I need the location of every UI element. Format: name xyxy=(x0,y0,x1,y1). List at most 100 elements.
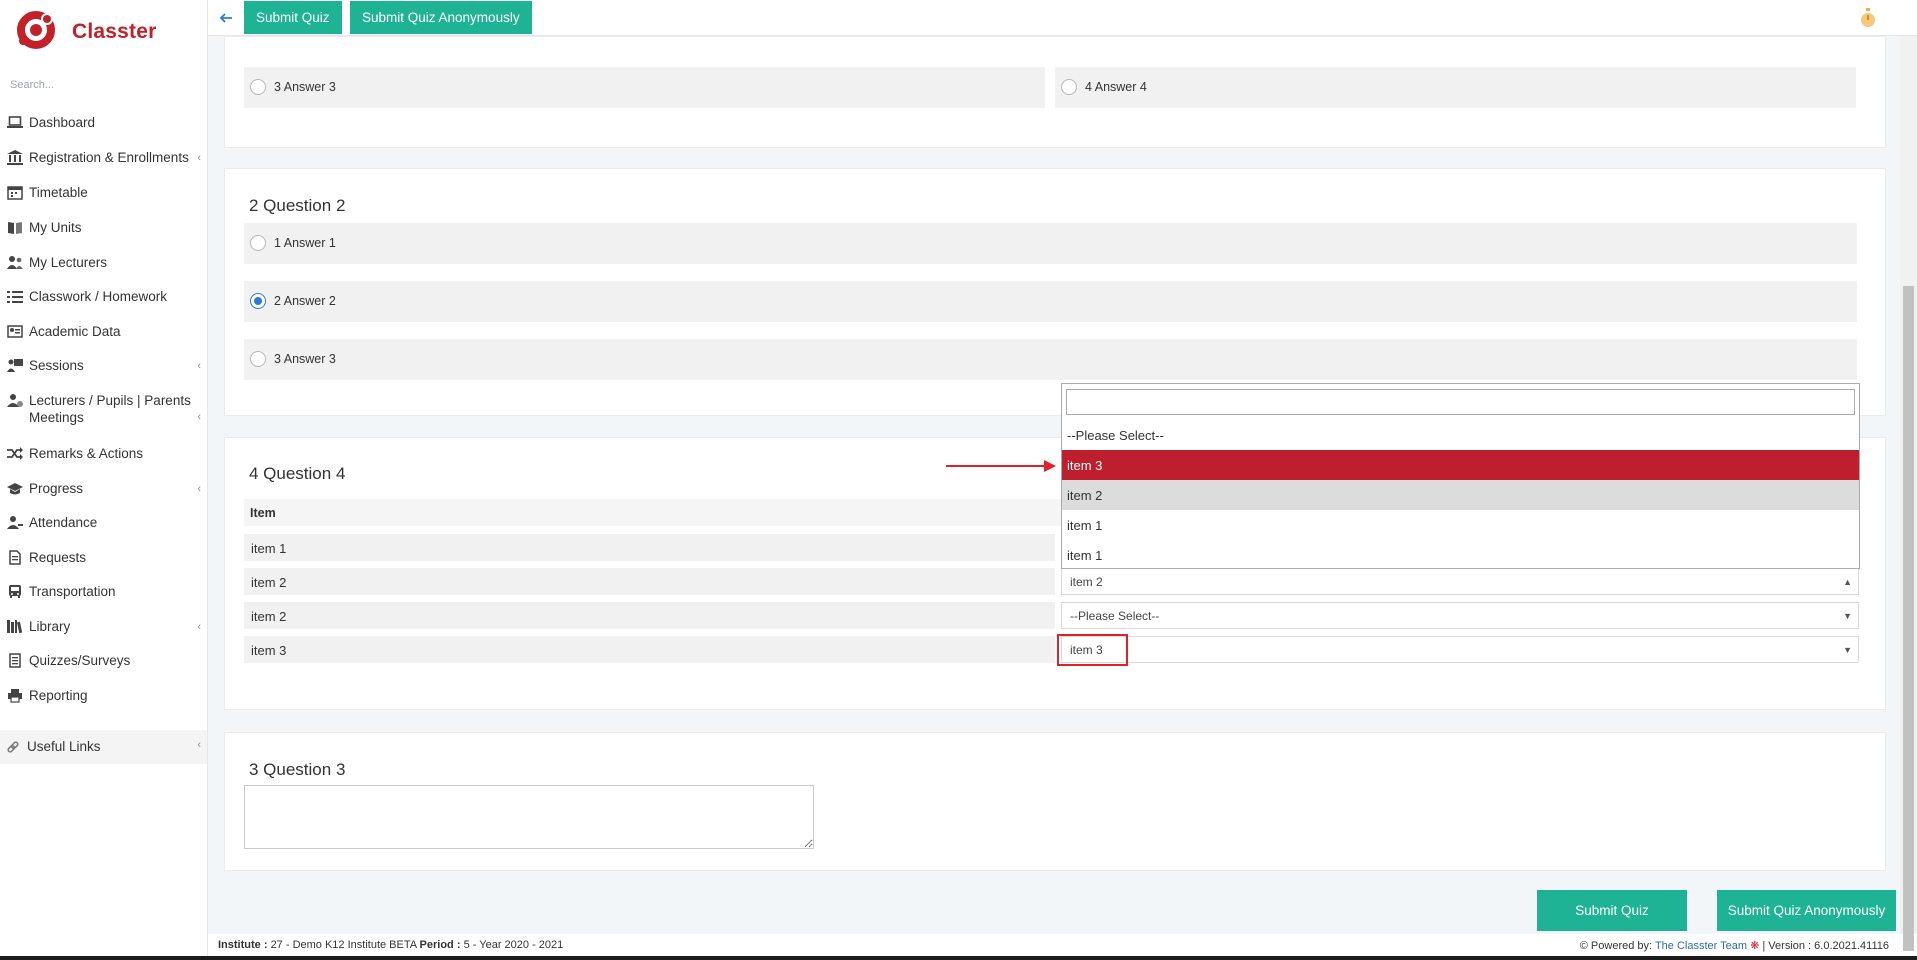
select-value: item 3 xyxy=(1070,643,1103,657)
table-row-item: item 3 xyxy=(244,636,1055,663)
book-icon xyxy=(8,222,22,234)
question-4-title: 4 Question 4 xyxy=(249,464,346,483)
shuffle-icon xyxy=(7,447,23,460)
dropdown-option-active[interactable]: item 3 xyxy=(1062,450,1859,480)
sidebar-item-label: Reporting xyxy=(29,688,88,703)
dropdown-option[interactable]: --Please Select-- xyxy=(1062,420,1859,450)
sidebar-item-remarks[interactable]: Remarks & Actions xyxy=(0,445,207,462)
sidebar-item-label: Academic Data xyxy=(29,324,121,339)
sidebar-item-classwork[interactable]: Classwork / Homework xyxy=(0,288,207,305)
table-row-item: item 1 xyxy=(244,534,1055,561)
sidebar-item-label: Dashboard xyxy=(29,115,96,130)
list-icon xyxy=(9,653,21,668)
caret-up-icon: ▲ xyxy=(1843,577,1852,587)
sidebar-item-academic-data[interactable]: Academic Data xyxy=(0,323,207,340)
sidebar-item-my-units[interactable]: My Units xyxy=(0,219,207,236)
submit-quiz-button[interactable]: Submit Quiz xyxy=(1537,890,1687,931)
sidebar-item-label: Lecturers / Pupils | Parents Meetings xyxy=(29,393,191,425)
select-value: item 2 xyxy=(1070,575,1103,589)
sidebar-item-label: Classwork / Homework xyxy=(29,289,168,304)
caret-down-icon: ▼ xyxy=(1843,645,1852,655)
sidebar-item-quizzes[interactable]: Quizzes/Surveys xyxy=(0,652,207,669)
radio-button[interactable] xyxy=(250,79,266,95)
chevron-left-icon: ‹ xyxy=(197,360,201,372)
sidebar-item-timetable[interactable]: Timetable xyxy=(0,184,207,201)
id-card-icon xyxy=(7,325,23,338)
sidebar-item-label: Progress xyxy=(29,481,84,496)
q2-answer-2[interactable]: 2 Answer 2 xyxy=(244,281,1857,322)
q1-answer-3[interactable]: 3 Answer 3 xyxy=(244,67,1045,108)
q1-answer-4[interactable]: 4 Answer 4 xyxy=(1055,67,1856,108)
submit-quiz-button-top[interactable]: Submit Quiz xyxy=(244,1,342,34)
stopwatch-icon[interactable] xyxy=(1859,8,1877,28)
calendar-icon xyxy=(7,186,23,200)
period-value: 5 - Year 2020 - 2021 xyxy=(463,939,564,951)
dropdown-option[interactable]: item 1 xyxy=(1062,540,1859,568)
sidebar-item-label: Quizzes/Surveys xyxy=(29,653,131,668)
top-bar: Submit Quiz Submit Quiz Anonymously xyxy=(208,0,1917,36)
sidebar-item-label: Library xyxy=(29,619,71,634)
table-row-item: item 2 xyxy=(244,568,1055,595)
radio-button-checked[interactable] xyxy=(250,293,266,309)
sidebar-item-registration[interactable]: Registration & Enrollments ‹ xyxy=(0,149,207,166)
annotation-arrow-icon xyxy=(946,460,1056,472)
caret-down-icon: ▼ xyxy=(1843,611,1852,621)
dropdown-option[interactable]: item 1 xyxy=(1062,510,1859,540)
powered-by-label: Powered by: xyxy=(1590,940,1653,952)
sidebar-item-reporting[interactable]: Reporting xyxy=(0,687,207,704)
answer-label: 3 Answer 3 xyxy=(274,352,336,366)
sidebar-item-dashboard[interactable]: Dashboard xyxy=(0,114,207,131)
question-3-title: 3 Question 3 xyxy=(249,760,346,779)
sidebar-item-label: Requests xyxy=(29,550,87,565)
item-select[interactable]: --Please Select-- ▼ xyxy=(1061,602,1859,629)
radio-button[interactable] xyxy=(1061,79,1077,95)
printer-icon xyxy=(8,689,22,703)
laptop-icon xyxy=(7,116,23,128)
version-label: | Version : 6.0.2021.41116 xyxy=(1762,940,1889,952)
sidebar-item-sessions[interactable]: Sessions ‹ xyxy=(0,357,207,374)
institute-value: 27 - Demo K12 Institute BETA xyxy=(270,939,417,951)
sidebar-item-label: Registration & Enrollments xyxy=(29,150,189,165)
answer-label: 1 Answer 1 xyxy=(274,236,336,250)
dropdown-option-hover[interactable]: item 2 xyxy=(1062,480,1859,510)
item-select[interactable]: item 3 ▼ xyxy=(1061,636,1859,663)
sidebar-item-useful-links[interactable]: Useful Links ‹ xyxy=(0,730,207,764)
sidebar-item-library[interactable]: Library ‹ xyxy=(0,618,207,635)
dropdown-search-input[interactable] xyxy=(1066,389,1855,415)
sidebar-item-label: My Lecturers xyxy=(29,255,108,270)
sidebar-search-input[interactable] xyxy=(8,74,198,96)
user-meeting-icon xyxy=(7,394,23,407)
submit-quiz-anonymously-button[interactable]: Submit Quiz Anonymously xyxy=(1717,890,1896,931)
file-icon xyxy=(9,550,21,565)
sidebar-item-my-lecturers[interactable]: My Lecturers xyxy=(0,254,207,271)
sidebar-item-progress[interactable]: Progress ‹ xyxy=(0,480,207,497)
vertical-scrollbar[interactable] xyxy=(1900,36,1917,951)
sidebar-item-label: Useful Links xyxy=(27,739,101,754)
scrollbar-thumb[interactable] xyxy=(1903,286,1914,951)
sidebar-item-meetings[interactable]: Lecturers / Pupils | Parents Meetings ‹ xyxy=(0,392,207,426)
radio-button[interactable] xyxy=(250,235,266,251)
classter-team-link[interactable]: The Classter Team xyxy=(1655,940,1747,952)
item-select-open[interactable]: item 2 ▲ xyxy=(1061,568,1859,595)
period-label: Period : xyxy=(419,939,461,951)
question-3-answer-textarea[interactable] xyxy=(244,785,814,849)
select-dropdown: --Please Select-- item 3 item 2 item 1 i… xyxy=(1061,383,1860,569)
submit-quiz-anonymously-button-top[interactable]: Submit Quiz Anonymously xyxy=(350,1,532,34)
sidebar-item-label: Attendance xyxy=(29,515,98,530)
link-icon xyxy=(7,741,19,753)
window-bottom-edge xyxy=(0,956,1917,960)
chevron-left-icon: ‹ xyxy=(197,411,201,423)
radio-button[interactable] xyxy=(250,351,266,367)
tasks-icon xyxy=(7,291,23,303)
classter-mini-logo-icon: ❋ xyxy=(1750,940,1760,952)
sidebar-item-requests[interactable]: Requests xyxy=(0,549,207,566)
arrow-left-icon[interactable] xyxy=(218,10,234,26)
sidebar-item-transportation[interactable]: Transportation xyxy=(0,583,207,600)
sidebar-item-label: Sessions xyxy=(29,358,84,373)
sidebar-item-label: Timetable xyxy=(29,185,88,200)
footer-powered-by: © Powered by: The Classter Team ❋ | Vers… xyxy=(1580,939,1889,952)
sidebar-item-attendance[interactable]: Attendance xyxy=(0,514,207,531)
answer-label: 3 Answer 3 xyxy=(274,80,336,94)
q2-answer-3[interactable]: 3 Answer 3 xyxy=(244,339,1857,380)
q2-answer-1[interactable]: 1 Answer 1 xyxy=(244,223,1857,264)
